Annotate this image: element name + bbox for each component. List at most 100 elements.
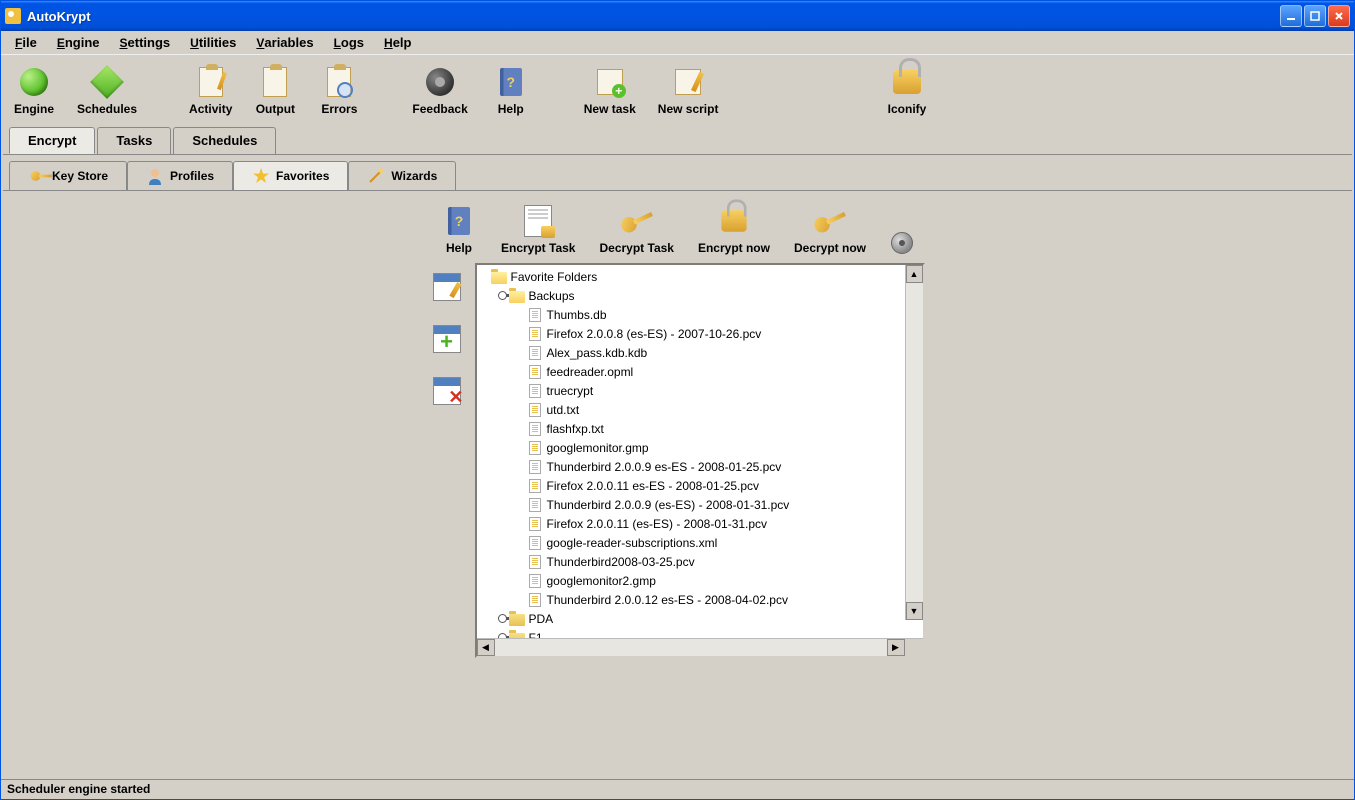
tree-file[interactable]: Firefox 2.0.0.11 es-ES - 2008-01-25.pcv (479, 476, 921, 495)
fav-help-button[interactable]: Help (441, 203, 477, 255)
feedback-button[interactable]: Feedback (408, 64, 471, 118)
sub-tabs: Key Store Profiles ★ Favorites Wizards (3, 159, 1352, 190)
main-toolbar: Engine Schedules Activity Output Errors … (1, 55, 1354, 127)
file-icon (529, 441, 541, 455)
subtab-keystore[interactable]: Key Store (9, 161, 127, 190)
file-icon (529, 536, 541, 550)
content-frame: Key Store Profiles ★ Favorites Wizards (3, 154, 1352, 779)
delete-favorite-button[interactable] (431, 375, 463, 407)
subtab-profiles[interactable]: Profiles (127, 161, 233, 190)
menu-engine[interactable]: Engine (49, 33, 108, 52)
minimize-button[interactable] (1280, 5, 1302, 27)
scroll-up-button[interactable]: ▲ (906, 265, 923, 283)
tree-file[interactable]: googlemonitor2.gmp (479, 571, 921, 590)
encrypt-task-button[interactable]: Encrypt Task (501, 203, 575, 255)
new-script-button[interactable]: New script (654, 64, 723, 118)
errors-button[interactable]: Errors (314, 64, 364, 118)
main-tabs: Encrypt Tasks Schedules (1, 127, 1354, 154)
file-icon (529, 308, 541, 322)
help-button[interactable]: Help (486, 64, 536, 118)
horizontal-scrollbar[interactable]: ◀ ▶ (477, 638, 923, 656)
decrypt-now-icon (812, 207, 848, 235)
folder-icon (509, 614, 525, 626)
close-button[interactable] (1328, 5, 1350, 27)
tree-folder[interactable]: PDA (479, 609, 921, 628)
tree-file[interactable]: feedreader.opml (479, 362, 921, 381)
activity-icon (199, 67, 223, 97)
add-icon (433, 325, 461, 353)
tree-file[interactable]: google-reader-subscriptions.xml (479, 533, 921, 552)
menu-variables[interactable]: Variables (248, 33, 321, 52)
tree-root[interactable]: Favorite Folders (479, 267, 921, 286)
status-bar: Scheduler engine started (1, 779, 1354, 799)
help-icon (500, 68, 522, 96)
decrypt-task-button[interactable]: Decrypt Task (599, 203, 673, 255)
decrypt-now-button[interactable]: Decrypt now (794, 203, 866, 255)
scroll-left-button[interactable]: ◀ (477, 639, 495, 656)
scroll-down-button[interactable]: ▼ (906, 602, 923, 620)
menu-utilities[interactable]: Utilities (182, 33, 244, 52)
folder-icon (491, 272, 507, 284)
activity-button[interactable]: Activity (185, 64, 236, 118)
close-icon (1334, 11, 1344, 21)
schedules-button[interactable]: Schedules (73, 64, 141, 118)
tab-schedules[interactable]: Schedules (173, 127, 276, 154)
output-button[interactable]: Output (250, 64, 300, 118)
file-icon (529, 365, 541, 379)
subtab-favorites[interactable]: ★ Favorites (233, 161, 348, 190)
add-favorite-button[interactable] (431, 323, 463, 355)
file-icon (529, 498, 541, 512)
tree-file[interactable]: googlemonitor.gmp (479, 438, 921, 457)
favorites-panel: Help Encrypt Task Decrypt Task Encrypt n… (3, 190, 1352, 779)
menubar: FileEngineSettingsUtilitiesVariables Logs… (1, 31, 1354, 55)
help-icon (448, 207, 470, 235)
errors-icon (327, 67, 351, 97)
favorites-tree[interactable]: Favorite FoldersBackupsThumbs.dbFirefox … (475, 263, 925, 658)
delete-icon (433, 377, 461, 405)
tree-folder[interactable]: F1 (479, 628, 921, 638)
menu-logs[interactable]: Logs (326, 33, 372, 52)
tab-encrypt[interactable]: Encrypt (9, 127, 95, 154)
iconify-icon (893, 70, 921, 94)
tree-folder[interactable]: Backups (479, 286, 921, 305)
fav-settings-button[interactable] (890, 231, 914, 255)
edit-favorite-button[interactable] (431, 271, 463, 303)
scroll-right-button[interactable]: ▶ (887, 639, 905, 656)
tree-file[interactable]: Firefox 2.0.0.8 (es-ES) - 2007-10-26.pcv (479, 324, 921, 343)
encrypt-task-icon (524, 205, 552, 237)
file-icon (529, 403, 541, 417)
tree-file[interactable]: Thunderbird 2.0.0.9 (es-ES) - 2008-01-31… (479, 495, 921, 514)
iconify-button[interactable]: Iconify (882, 64, 932, 118)
tree-file[interactable]: Firefox 2.0.0.11 (es-ES) - 2008-01-31.pc… (479, 514, 921, 533)
person-icon (146, 167, 164, 185)
window-title: AutoKrypt (27, 9, 1280, 24)
file-icon (529, 555, 541, 569)
menu-settings[interactable]: Settings (112, 33, 179, 52)
decrypt-task-icon (619, 207, 655, 235)
engine-icon (20, 68, 48, 96)
encrypt-now-button[interactable]: Encrypt now (698, 203, 770, 255)
tree-file[interactable]: truecrypt (479, 381, 921, 400)
tree-file[interactable]: Alex_pass.kdb.kdb (479, 343, 921, 362)
subtab-wizards[interactable]: Wizards (348, 161, 456, 190)
menu-file[interactable]: File (7, 33, 45, 52)
tree-file[interactable]: utd.txt (479, 400, 921, 419)
tree-file[interactable]: Thunderbird 2.0.0.9 es-ES - 2008-01-25.p… (479, 457, 921, 476)
tree-file[interactable]: Thumbs.db (479, 305, 921, 324)
file-icon (529, 574, 541, 588)
tree-file[interactable]: flashfxp.txt (479, 419, 921, 438)
app-window: AutoKrypt FileEngineSettingsUtilitiesVar… (0, 0, 1355, 800)
menu-help[interactable]: Help (376, 33, 419, 52)
tab-tasks[interactable]: Tasks (97, 127, 171, 154)
titlebar[interactable]: AutoKrypt (1, 1, 1354, 31)
tree-file[interactable]: Thunderbird2008-03-25.pcv (479, 552, 921, 571)
star-icon: ★ (252, 167, 270, 185)
new-task-button[interactable]: New task (580, 64, 640, 118)
engine-button[interactable]: Engine (9, 64, 59, 118)
maximize-button[interactable] (1304, 5, 1326, 27)
vertical-scrollbar[interactable]: ▲ ▼ (905, 265, 923, 620)
new-script-icon (675, 69, 701, 95)
folder-icon (509, 633, 525, 639)
tree-file[interactable]: Thunderbird 2.0.0.12 es-ES - 2008-04-02.… (479, 590, 921, 609)
feedback-icon (426, 68, 454, 96)
